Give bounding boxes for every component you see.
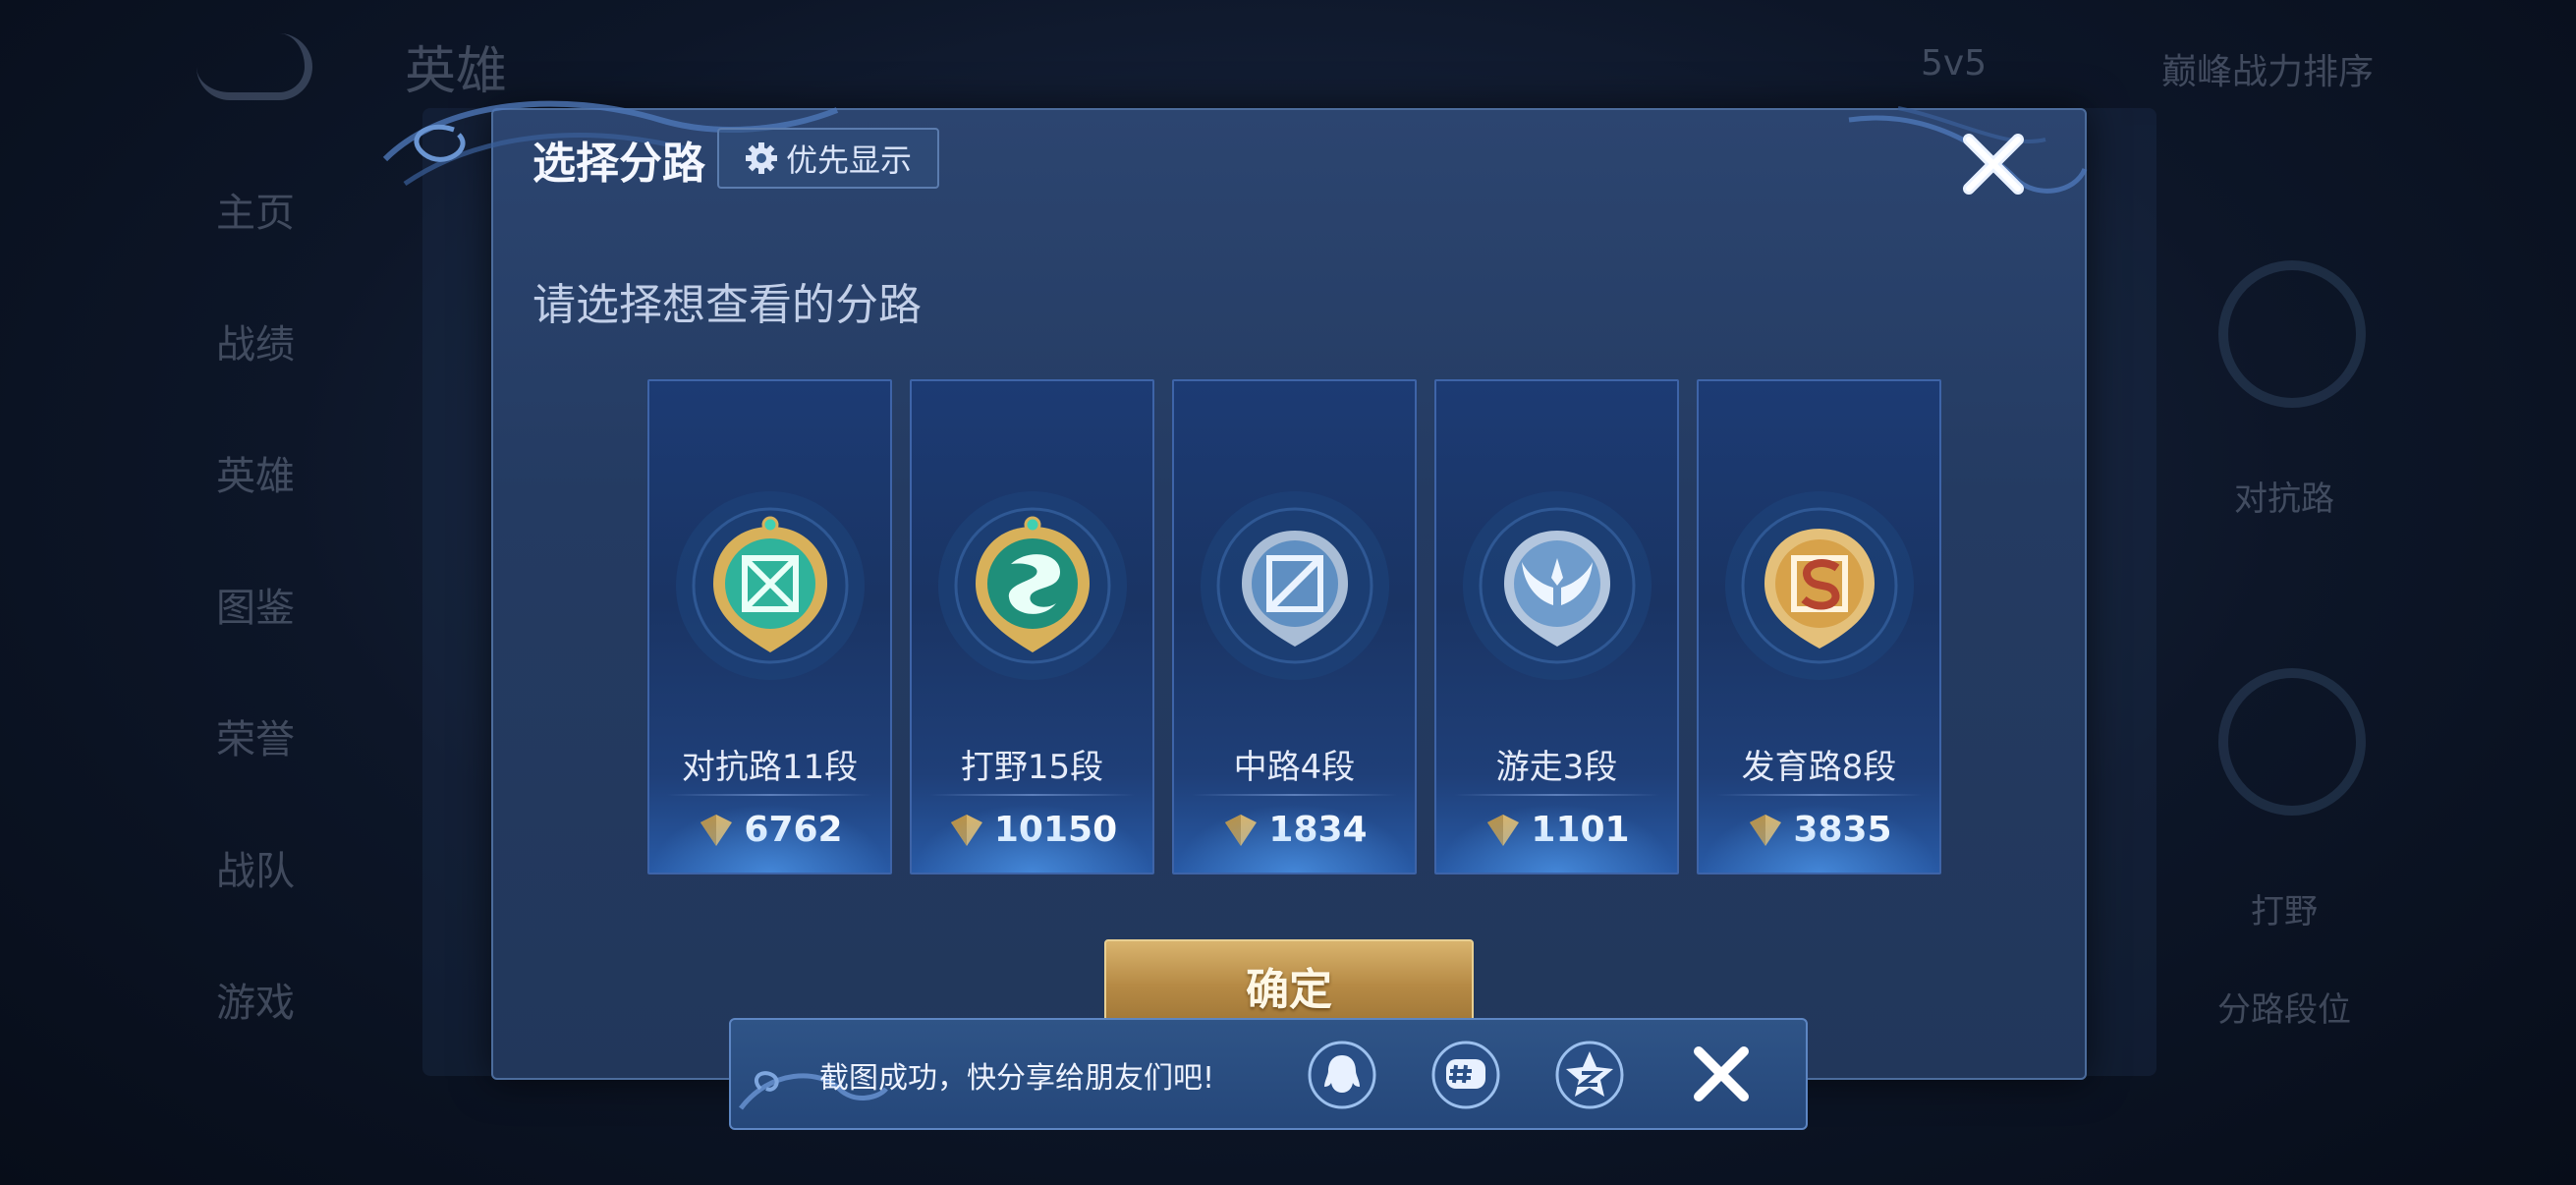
- toast-message: 截图成功，快分享给朋友们吧!: [819, 1061, 1215, 1096]
- jungle-dragon-emblem-icon: [938, 491, 1127, 680]
- background-sort-select: 巅峰战力排序: [2161, 52, 2375, 92]
- card-divider: [1716, 794, 1922, 796]
- card-glow: [912, 804, 1152, 873]
- dialog-title: 选择分路: [532, 139, 705, 189]
- background-sidebar-item: 战绩: [216, 322, 295, 367]
- card-divider: [1454, 794, 1659, 796]
- card-divider: [667, 794, 872, 796]
- lane-name: 打野15段: [960, 748, 1104, 787]
- background-sidebar-item: 图鉴: [216, 586, 295, 631]
- card-divider: [929, 794, 1135, 796]
- lane-card-list: 对抗路11段 6762 打野15段: [647, 379, 1941, 875]
- background-sidebar: 主页 战绩 英雄 图鉴 荣誉 战队 游戏: [128, 147, 383, 1069]
- background-right-label: 对抗路: [2234, 480, 2334, 519]
- screenshot-share-toast: 截图成功，快分享给朋友们吧!: [729, 1018, 1808, 1130]
- priority-display-label: 优先显示: [785, 141, 912, 179]
- card-glow: [1699, 804, 1939, 873]
- lane-select-dialog: 选择分路 优先显示 请选择想查看的分路 对抗路11段 打野15段 中路4段 游走…: [382, 100, 2088, 1080]
- back-arrow-icon: [196, 33, 312, 100]
- farm-lane-emblem-icon: [1725, 491, 1914, 680]
- background-sidebar-item: 英雄: [216, 454, 295, 499]
- card-glow: [1436, 804, 1677, 873]
- card-divider: [1192, 794, 1397, 796]
- background-lane-badge-icon: [2218, 260, 2366, 408]
- dialog-subtitle: 请选择想查看的分路: [532, 280, 922, 330]
- mid-lane-emblem-icon: [1201, 491, 1389, 680]
- close-icon[interactable]: [1959, 130, 2028, 198]
- lane-name: 中路4段: [1233, 748, 1356, 787]
- background-mode-select: 5v5: [1921, 43, 1988, 84]
- qzone-icon[interactable]: [1554, 1040, 1625, 1110]
- priority-display-button[interactable]: 优先显示: [717, 128, 939, 189]
- clash-lane-emblem-icon: [676, 491, 865, 680]
- lane-card-farm[interactable]: 发育路8段 3835: [1697, 379, 1941, 875]
- background-sidebar-item: 游戏: [216, 981, 295, 1026]
- wechat-moments-icon[interactable]: [1430, 1040, 1501, 1110]
- qq-icon[interactable]: [1307, 1040, 1377, 1110]
- lane-card-clash[interactable]: 对抗路11段 6762: [647, 379, 892, 875]
- card-glow: [649, 804, 890, 873]
- lane-name: 游走3段: [1495, 748, 1618, 787]
- background-right-label: 分路段位: [2217, 990, 2351, 1030]
- gear-icon: [745, 142, 777, 174]
- background-sidebar-item: 战队: [216, 849, 295, 894]
- background-sidebar-item: 主页: [216, 191, 295, 236]
- lane-card-jungle[interactable]: 打野15段 10150: [910, 379, 1154, 875]
- lane-card-mid[interactable]: 中路4段 1834: [1172, 379, 1417, 875]
- roam-wings-emblem-icon: [1463, 491, 1652, 680]
- lane-card-roam[interactable]: 游走3段 1101: [1434, 379, 1679, 875]
- lane-name: 发育路8段: [1741, 748, 1897, 787]
- background-sidebar-item: 荣誉: [216, 717, 295, 762]
- card-glow: [1174, 804, 1415, 873]
- close-icon[interactable]: [1689, 1042, 1754, 1106]
- background-right-label: 打野: [2251, 892, 2318, 931]
- lane-name: 对抗路11段: [681, 748, 859, 787]
- background-lane-badge-icon: [2218, 668, 2366, 816]
